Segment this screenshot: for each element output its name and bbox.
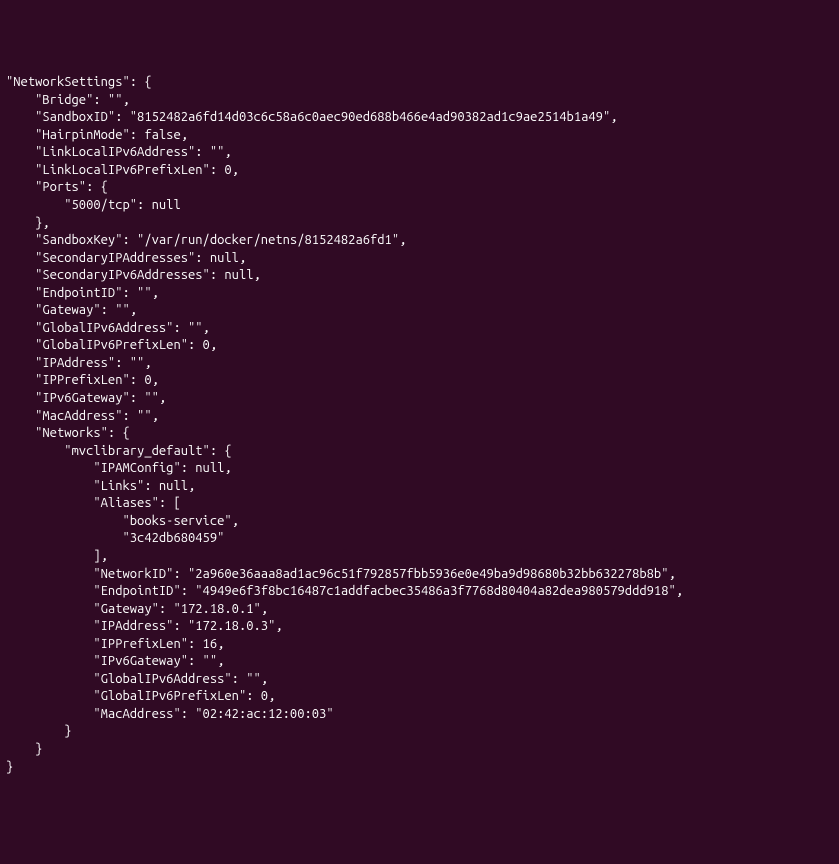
json-line: "Ports": { <box>6 180 108 194</box>
json-line: "LinkLocalIPv6Address": "", <box>6 145 232 159</box>
json-line: "MacAddress": "02:42:ac:12:00:03" <box>6 707 334 721</box>
json-line: "Bridge": "", <box>6 93 130 107</box>
json-line: "Networks": { <box>6 426 130 440</box>
json-line: "Aliases": [ <box>6 496 181 510</box>
json-line: "SandboxID": "8152482a6fd14d03c6c58a6c0a… <box>6 110 618 124</box>
json-line: "SandboxKey": "/var/run/docker/netns/815… <box>6 233 406 247</box>
json-line: "LinkLocalIPv6PrefixLen": 0, <box>6 163 239 177</box>
json-line: "Gateway": "", <box>6 303 137 317</box>
json-line: "IPAddress": "172.18.0.3", <box>6 619 283 633</box>
json-line: "3c42db680459" <box>6 531 224 545</box>
json-line: "EndpointID": "", <box>6 286 159 300</box>
json-line: "IPPrefixLen": 0, <box>6 373 159 387</box>
json-line: "MacAddress": "", <box>6 409 159 423</box>
json-line: "Links": null, <box>6 479 195 493</box>
json-line: "IPPrefixLen": 16, <box>6 637 224 651</box>
json-line: "GlobalIPv6PrefixLen": 0, <box>6 689 275 703</box>
json-line: "NetworkID": "2a960e36aaa8ad1ac96c51f792… <box>6 567 676 581</box>
json-line: ], <box>6 549 108 563</box>
json-line: "GlobalIPv6Address": "", <box>6 672 268 686</box>
json-line: } <box>6 760 13 774</box>
json-line: } <box>6 742 42 756</box>
json-line: "books-service", <box>6 514 239 528</box>
json-line: "GlobalIPv6PrefixLen": 0, <box>6 338 217 352</box>
terminal-output[interactable]: "NetworkSettings": { "Bridge": "", "Sand… <box>6 74 833 776</box>
json-line: } <box>6 724 72 738</box>
json-line: "IPAddress": "", <box>6 356 152 370</box>
json-line: "IPv6Gateway": "", <box>6 654 224 668</box>
json-line: "IPv6Gateway": "", <box>6 391 166 405</box>
json-line: "Gateway": "172.18.0.1", <box>6 602 268 616</box>
json-line: }, <box>6 216 50 230</box>
json-line: "SecondaryIPAddresses": null, <box>6 251 246 265</box>
json-line: "GlobalIPv6Address": "", <box>6 321 210 335</box>
json-line: "5000/tcp": null <box>6 198 181 212</box>
json-line: "mvclibrary_default": { <box>6 444 232 458</box>
json-line: "IPAMConfig": null, <box>6 461 232 475</box>
json-line: "SecondaryIPv6Addresses": null, <box>6 268 261 282</box>
json-line: "EndpointID": "4949e6f3f8bc16487c1addfac… <box>6 584 683 598</box>
json-line: "NetworkSettings": { <box>6 75 152 89</box>
json-line: "HairpinMode": false, <box>6 128 188 142</box>
